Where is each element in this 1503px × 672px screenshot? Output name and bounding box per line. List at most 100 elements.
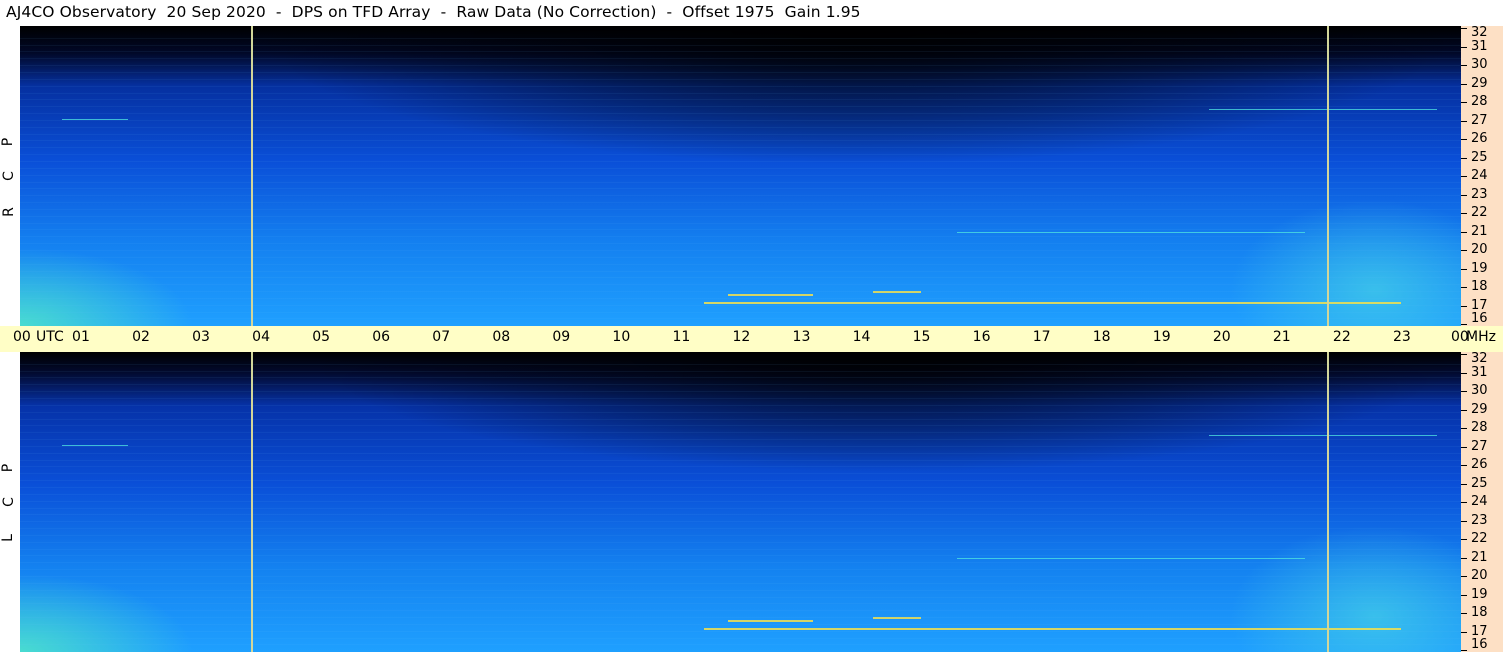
- spectrogram-rcp: [20, 26, 1461, 326]
- spectral-line: [20, 473, 1461, 475]
- time-axis: 00 UTC 01 02 03 04 05 06 07 08 09 10 11 12 13 14 15 16 17 1…: [0, 326, 1503, 352]
- freq-tick-label: 19: [1471, 260, 1488, 276]
- freq-tick-label: 16: [1471, 637, 1488, 652]
- time-tick-label: 06: [372, 329, 391, 345]
- spectral-line: [20, 576, 1461, 577]
- time-tick-label: 10: [612, 329, 631, 345]
- spectral-line: [20, 92, 1461, 94]
- interference-band: [704, 301, 1401, 304]
- spectral-line: [20, 439, 1461, 441]
- freq-tick: [1461, 28, 1467, 29]
- freq-tick-label: 32: [1471, 26, 1488, 40]
- freq-tick: [1461, 502, 1467, 503]
- spectral-line: [20, 466, 1461, 468]
- freq-tick-label: 24: [1471, 168, 1488, 183]
- spectral-line: [20, 541, 1461, 543]
- freq-tick: [1461, 576, 1467, 577]
- freq-tick: [1461, 372, 1467, 374]
- spectral-line: [20, 521, 1461, 523]
- spectral-line: [20, 528, 1461, 530]
- spectral-line: [20, 113, 1461, 115]
- time-cursor-lcp-1: [251, 352, 253, 652]
- freq-tick: [1461, 83, 1467, 85]
- freq-tick: [1461, 213, 1467, 214]
- freq-tick: [1461, 409, 1467, 411]
- spectral-line: [20, 229, 1461, 231]
- freq-tick: [1461, 446, 1467, 448]
- spectral-line: [20, 603, 1461, 605]
- emission-streak: [956, 231, 1305, 233]
- spectral-line: [20, 167, 1461, 169]
- freq-axis-lcp: 16 17 18 19 20 21 22 23 24 25 26 27 28 29 30 31 32: [1461, 352, 1503, 652]
- time-tick-label: 09: [552, 329, 571, 345]
- emission-streak: [1208, 435, 1437, 437]
- freq-tick: [1461, 231, 1467, 233]
- spectral-line: [20, 243, 1461, 245]
- freq-tick-label: 16: [1471, 311, 1488, 326]
- spectral-line: [20, 404, 1461, 406]
- time-tick-label: 04: [252, 329, 270, 345]
- interference-band: [728, 294, 813, 297]
- spectral-line: [20, 562, 1461, 564]
- freq-tick: [1461, 46, 1467, 48]
- freq-tick-label: 31: [1471, 364, 1488, 380]
- time-tick-label: 13: [792, 329, 811, 345]
- spectral-line: [20, 644, 1461, 646]
- time-tick-label: 16: [972, 329, 991, 345]
- time-tick-label: 22: [1332, 329, 1351, 345]
- spectral-line: [20, 493, 1461, 495]
- spectral-line: [20, 284, 1461, 286]
- freq-tick: [1461, 613, 1467, 614]
- spectral-line: [20, 236, 1461, 238]
- emission-streak: [1208, 109, 1437, 111]
- freq-tick: [1461, 594, 1467, 596]
- spectral-line: [20, 65, 1461, 67]
- freq-tick: [1461, 305, 1467, 307]
- spectral-line: [20, 147, 1461, 149]
- time-unit-label: UTC: [36, 329, 64, 345]
- freq-tick: [1461, 120, 1467, 122]
- freq-tick: [1461, 354, 1467, 355]
- freq-tick-label: 22: [1471, 205, 1488, 220]
- freq-tick: [1461, 194, 1467, 196]
- time-cursor-lcp-2: [1327, 352, 1329, 652]
- spectral-line: [20, 78, 1461, 80]
- spectral-line: [20, 425, 1461, 427]
- time-tick-label: 00: [13, 329, 31, 345]
- spectral-line: [20, 250, 1461, 251]
- spectral-line: [20, 304, 1461, 306]
- spectral-line: [20, 432, 1461, 434]
- spectral-line: [20, 256, 1461, 258]
- freq-tick-label: 17: [1471, 623, 1488, 639]
- spectral-line: [20, 318, 1461, 320]
- freq-tick-label: 25: [1471, 475, 1488, 491]
- spectral-line: [20, 297, 1461, 299]
- time-tick-label: 21: [1272, 329, 1291, 345]
- time-tick-label: 02: [132, 329, 150, 345]
- time-tick-label: 03: [192, 329, 210, 345]
- interference-band: [728, 620, 813, 623]
- spectrogram-lcp-features: [20, 352, 1461, 652]
- freq-tick-label: 27: [1471, 112, 1488, 128]
- freq-tick: [1461, 465, 1467, 466]
- freq-tick-label: 29: [1471, 75, 1488, 91]
- freq-tick-label: 26: [1471, 457, 1488, 472]
- time-tick-label: 19: [1152, 329, 1171, 345]
- spectral-line: [20, 398, 1461, 400]
- spectral-line: [20, 548, 1461, 550]
- spectral-line: [20, 154, 1461, 156]
- time-cursor-rcp-2: [1327, 26, 1329, 326]
- time-tick-label: 07: [432, 329, 451, 345]
- spectral-line: [20, 188, 1461, 190]
- freq-tick-label: 29: [1471, 401, 1488, 417]
- freq-tick: [1461, 157, 1467, 159]
- spectral-line: [20, 202, 1461, 204]
- freq-tick-label: 24: [1471, 494, 1488, 509]
- time-tick-label: 15: [912, 329, 931, 345]
- spectral-line: [20, 72, 1461, 74]
- spectral-line: [20, 445, 1461, 447]
- spectral-line: [20, 119, 1461, 121]
- spectral-line: [20, 534, 1461, 536]
- bottom-strip: [0, 652, 1503, 672]
- time-tick-label: 12: [732, 329, 751, 345]
